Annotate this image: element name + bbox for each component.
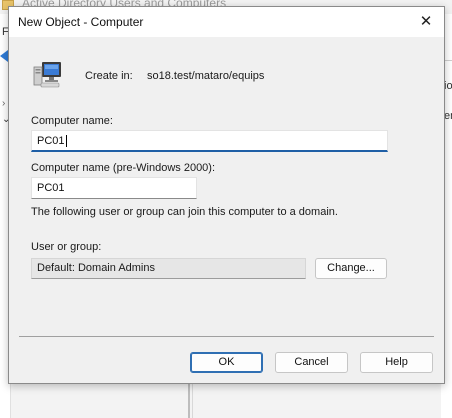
- user-group-field: Default: Domain Admins: [31, 258, 306, 279]
- close-icon[interactable]: ✕: [412, 10, 440, 34]
- join-info-text: The following user or group can join thi…: [31, 206, 338, 218]
- create-in-path: so18.test/mataro/equips: [147, 70, 265, 82]
- user-group-value: Default: Domain Admins: [37, 262, 155, 274]
- dialog-separator: [19, 336, 434, 337]
- pre2000-name-input[interactable]: PC01: [31, 177, 197, 199]
- dialog-title: New Object - Computer: [18, 15, 144, 29]
- pre2000-name-label: Computer name (pre-Windows 2000):: [31, 162, 216, 174]
- text-caret: [65, 135, 67, 148]
- background-splitter-shadow: [192, 384, 193, 418]
- cancel-button[interactable]: Cancel: [275, 352, 348, 373]
- user-group-label: User or group:: [31, 241, 102, 253]
- change-button[interactable]: Change...: [315, 258, 387, 279]
- tree-collapse-icon[interactable]: ›: [2, 98, 5, 109]
- computer-name-label: Computer name:: [31, 115, 113, 127]
- background-right-text-2: en: [444, 110, 452, 122]
- background-right-text-1: io: [444, 80, 452, 92]
- create-in-label: Create in:: [85, 70, 133, 82]
- dialog-titlebar[interactable]: New Object - Computer ✕: [9, 7, 444, 37]
- computer-name-value: PC01: [37, 135, 65, 147]
- pre2000-name-value: PC01: [37, 182, 65, 194]
- computer-name-input[interactable]: PC01: [31, 130, 388, 152]
- help-button[interactable]: Help: [360, 352, 433, 373]
- computer-icon: [33, 62, 61, 88]
- back-arrow-icon[interactable]: [0, 50, 8, 62]
- new-object-computer-dialog: New Object - Computer ✕ Create in: so18.…: [8, 6, 445, 384]
- background-splitter: [188, 384, 190, 418]
- ok-button[interactable]: OK: [190, 352, 263, 373]
